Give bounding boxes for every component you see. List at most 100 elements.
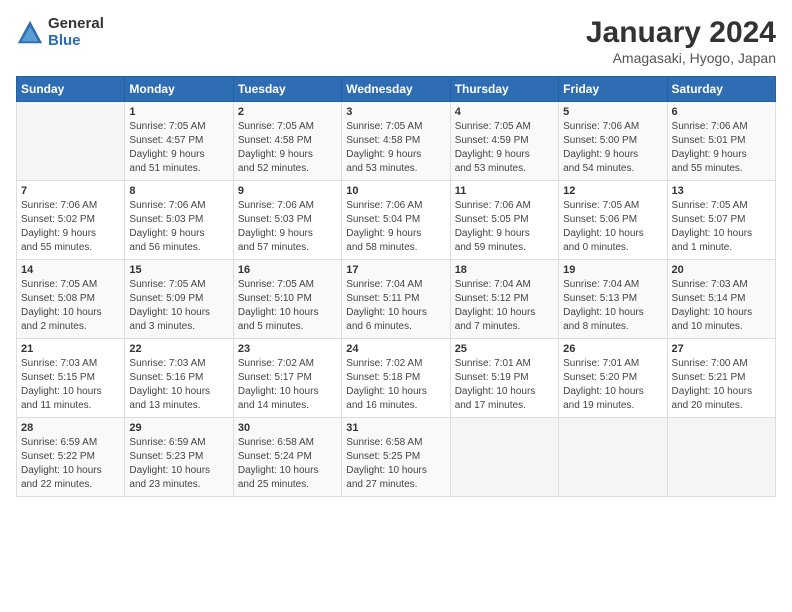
- week-row-2: 7Sunrise: 7:06 AM Sunset: 5:02 PM Daylig…: [17, 181, 776, 260]
- day-cell: 30 Sunrise: 6:58 AM Sunset: 5:24 PM Dayli…: [233, 418, 341, 497]
- day-cell: 9 Sunrise: 7:06 AM Sunset: 5:03 PM Daylig…: [233, 181, 341, 260]
- day-number: 27: [672, 343, 771, 355]
- day-cell: [559, 418, 667, 497]
- day-cell: 21 Sunrise: 7:03 AM Sunset: 5:15 PM Dayli…: [17, 339, 125, 418]
- logo-blue: Blue: [48, 33, 104, 50]
- day-cell: 4 Sunrise: 7:05 AM Sunset: 4:59 PM Daylig…: [450, 102, 558, 181]
- column-header-monday: Monday: [125, 77, 233, 102]
- day-number: 22: [129, 343, 228, 355]
- day-cell: 24Sunrise: 7:02 AM Sunset: 5:18 PM Dayli…: [342, 339, 450, 418]
- day-cell: [667, 418, 775, 497]
- day-cell: 23 Sunrise: 7:02 AM Sunset: 5:17 PM Dayli…: [233, 339, 341, 418]
- column-header-sunday: Sunday: [17, 77, 125, 102]
- day-number: 5: [563, 106, 662, 118]
- day-number: 19: [563, 264, 662, 276]
- day-cell: [17, 102, 125, 181]
- day-cell: 13Sunrise: 7:05 AM Sunset: 5:07 PM Dayli…: [667, 181, 775, 260]
- day-cell: 31 Sunrise: 6:58 AM Sunset: 5:25 PM Dayli…: [342, 418, 450, 497]
- day-info: Sunrise: 7:03 AM Sunset: 5:15 PM Dayligh…: [21, 357, 120, 413]
- day-number: 21: [21, 343, 120, 355]
- day-info: Sunrise: 7:06 AM Sunset: 5:04 PM Dayligh…: [346, 199, 445, 255]
- day-number: 9: [238, 185, 337, 197]
- day-info: Sunrise: 7:05 AM Sunset: 5:10 PM Dayligh…: [238, 278, 337, 334]
- day-number: 18: [455, 264, 554, 276]
- day-cell: 25Sunrise: 7:01 AM Sunset: 5:19 PM Dayli…: [450, 339, 558, 418]
- column-header-friday: Friday: [559, 77, 667, 102]
- day-cell: 11 Sunrise: 7:06 AM Sunset: 5:05 PM Dayli…: [450, 181, 558, 260]
- title-block: January 2024 Amagasaki, Hyogo, Japan: [586, 16, 776, 66]
- logo-icon: [16, 19, 44, 47]
- day-cell: 26 Sunrise: 7:01 AM Sunset: 5:20 PM Dayli…: [559, 339, 667, 418]
- day-cell: 19 Sunrise: 7:04 AM Sunset: 5:13 PM Dayli…: [559, 260, 667, 339]
- day-info: Sunrise: 7:02 AM Sunset: 5:17 PM Dayligh…: [238, 357, 337, 413]
- day-info: Sunrise: 7:05 AM Sunset: 5:09 PM Dayligh…: [129, 278, 228, 334]
- day-number: 1: [129, 106, 228, 118]
- day-info: Sunrise: 7:06 AM Sunset: 5:03 PM Dayligh…: [238, 199, 337, 255]
- week-row-3: 14 Sunrise: 7:05 AM Sunset: 5:08 PM Dayli…: [17, 260, 776, 339]
- day-cell: 18Sunrise: 7:04 AM Sunset: 5:12 PM Dayli…: [450, 260, 558, 339]
- day-number: 12: [563, 185, 662, 197]
- column-header-tuesday: Tuesday: [233, 77, 341, 102]
- day-number: 16: [238, 264, 337, 276]
- day-info: Sunrise: 7:05 AM Sunset: 4:59 PM Dayligh…: [455, 120, 554, 176]
- week-row-4: 21 Sunrise: 7:03 AM Sunset: 5:15 PM Dayli…: [17, 339, 776, 418]
- day-number: 24: [346, 343, 445, 355]
- day-cell: [450, 418, 558, 497]
- day-cell: 27 Sunrise: 7:00 AM Sunset: 5:21 PM Dayli…: [667, 339, 775, 418]
- day-cell: 28Sunrise: 6:59 AM Sunset: 5:22 PM Dayli…: [17, 418, 125, 497]
- day-number: 25: [455, 343, 554, 355]
- day-number: 29: [129, 422, 228, 434]
- calendar-header: SundayMondayTuesdayWednesdayThursdayFrid…: [17, 77, 776, 102]
- day-number: 31: [346, 422, 445, 434]
- day-cell: 14 Sunrise: 7:05 AM Sunset: 5:08 PM Dayli…: [17, 260, 125, 339]
- day-cell: 10 Sunrise: 7:06 AM Sunset: 5:04 PM Dayli…: [342, 181, 450, 260]
- day-number: 10: [346, 185, 445, 197]
- day-number: 3: [346, 106, 445, 118]
- day-number: 14: [21, 264, 120, 276]
- day-cell: 17 Sunrise: 7:04 AM Sunset: 5:11 PM Dayli…: [342, 260, 450, 339]
- day-info: Sunrise: 7:00 AM Sunset: 5:21 PM Dayligh…: [672, 357, 771, 413]
- day-info: Sunrise: 7:05 AM Sunset: 4:57 PM Dayligh…: [129, 120, 228, 176]
- day-info: Sunrise: 7:05 AM Sunset: 5:08 PM Dayligh…: [21, 278, 120, 334]
- page-header: General Blue January 2024 Amagasaki, Hyo…: [16, 16, 776, 66]
- day-cell: 7Sunrise: 7:06 AM Sunset: 5:02 PM Daylig…: [17, 181, 125, 260]
- day-cell: 1 Sunrise: 7:05 AM Sunset: 4:57 PM Daylig…: [125, 102, 233, 181]
- day-cell: 20Sunrise: 7:03 AM Sunset: 5:14 PM Dayli…: [667, 260, 775, 339]
- day-cell: 6Sunrise: 7:06 AM Sunset: 5:01 PM Daylig…: [667, 102, 775, 181]
- day-cell: 12 Sunrise: 7:05 AM Sunset: 5:06 PM Dayli…: [559, 181, 667, 260]
- day-info: Sunrise: 7:01 AM Sunset: 5:20 PM Dayligh…: [563, 357, 662, 413]
- day-number: 30: [238, 422, 337, 434]
- day-info: Sunrise: 7:05 AM Sunset: 5:06 PM Dayligh…: [563, 199, 662, 255]
- day-cell: 3Sunrise: 7:05 AM Sunset: 4:58 PM Daylig…: [342, 102, 450, 181]
- day-cell: 5 Sunrise: 7:06 AM Sunset: 5:00 PM Daylig…: [559, 102, 667, 181]
- day-info: Sunrise: 6:58 AM Sunset: 5:24 PM Dayligh…: [238, 436, 337, 492]
- logo-general: General: [48, 16, 104, 33]
- column-header-wednesday: Wednesday: [342, 77, 450, 102]
- day-number: 26: [563, 343, 662, 355]
- day-number: 4: [455, 106, 554, 118]
- day-number: 15: [129, 264, 228, 276]
- day-number: 13: [672, 185, 771, 197]
- day-info: Sunrise: 6:58 AM Sunset: 5:25 PM Dayligh…: [346, 436, 445, 492]
- day-info: Sunrise: 7:04 AM Sunset: 5:13 PM Dayligh…: [563, 278, 662, 334]
- day-info: Sunrise: 7:06 AM Sunset: 5:05 PM Dayligh…: [455, 199, 554, 255]
- day-cell: 8Sunrise: 7:06 AM Sunset: 5:03 PM Daylig…: [125, 181, 233, 260]
- day-number: 23: [238, 343, 337, 355]
- day-number: 11: [455, 185, 554, 197]
- day-info: Sunrise: 6:59 AM Sunset: 5:23 PM Dayligh…: [129, 436, 228, 492]
- week-row-5: 28Sunrise: 6:59 AM Sunset: 5:22 PM Dayli…: [17, 418, 776, 497]
- day-cell: 16 Sunrise: 7:05 AM Sunset: 5:10 PM Dayli…: [233, 260, 341, 339]
- day-number: 28: [21, 422, 120, 434]
- week-row-1: 1 Sunrise: 7:05 AM Sunset: 4:57 PM Daylig…: [17, 102, 776, 181]
- day-number: 20: [672, 264, 771, 276]
- logo: General Blue: [16, 16, 104, 49]
- column-header-saturday: Saturday: [667, 77, 775, 102]
- day-number: 6: [672, 106, 771, 118]
- calendar-subtitle: Amagasaki, Hyogo, Japan: [586, 50, 776, 66]
- day-cell: 15 Sunrise: 7:05 AM Sunset: 5:09 PM Dayli…: [125, 260, 233, 339]
- calendar-table: SundayMondayTuesdayWednesdayThursdayFrid…: [16, 76, 776, 497]
- day-info: Sunrise: 7:04 AM Sunset: 5:11 PM Dayligh…: [346, 278, 445, 334]
- day-info: Sunrise: 7:06 AM Sunset: 5:00 PM Dayligh…: [563, 120, 662, 176]
- day-number: 8: [129, 185, 228, 197]
- day-number: 17: [346, 264, 445, 276]
